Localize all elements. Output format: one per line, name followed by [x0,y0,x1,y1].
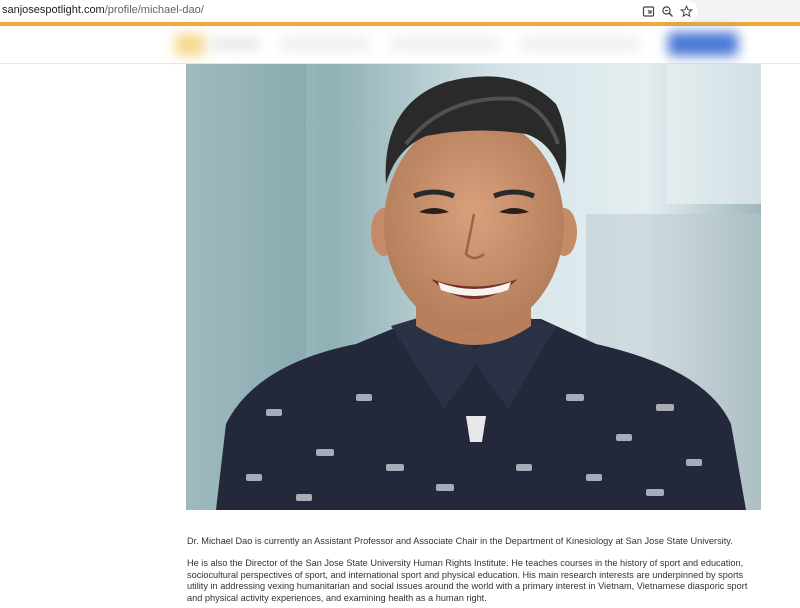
url-domain: sanjosespotlight.com [2,4,105,16]
bio-paragraph-2: He is also the Director of the San Jose … [187,558,748,603]
nav-item-blurred[interactable] [280,38,370,50]
subscribe-button[interactable] [668,32,738,56]
url-text[interactable]: sanjosespotlight.com/profile/michael-dao… [2,4,204,16]
bio-paragraph-1: Dr. Michael Dao is currently an Assistan… [187,536,733,546]
zoom-icon[interactable] [659,3,675,19]
nav-item-blurred[interactable] [390,38,500,50]
screenshot-icon[interactable] [640,3,656,19]
site-logo[interactable] [175,34,205,56]
bookmark-star-icon[interactable] [678,3,694,19]
nav-item-blurred[interactable] [210,38,260,50]
nav-item-blurred[interactable] [520,38,640,50]
url-field[interactable]: sanjosespotlight.com/profile/michael-dao… [0,0,698,22]
profile-photo [186,64,761,510]
url-path: /profile/michael-dao/ [104,4,204,16]
browser-address-bar: sanjosespotlight.com/profile/michael-dao… [0,0,800,22]
site-header [0,26,800,64]
